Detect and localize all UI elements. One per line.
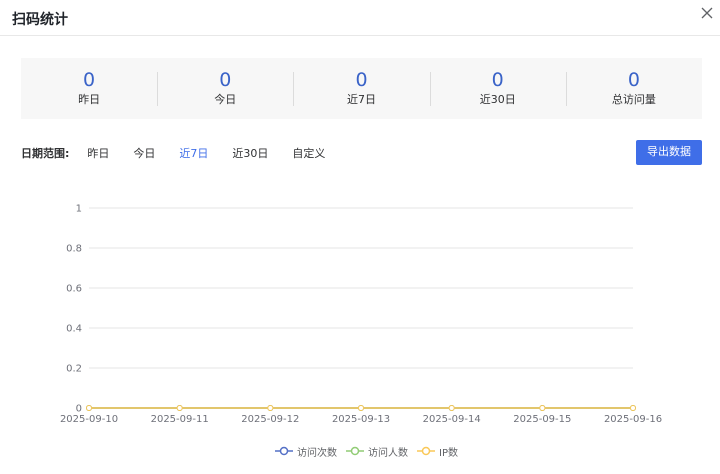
data-point	[86, 405, 92, 411]
legend-item-ip[interactable]: IP数	[417, 444, 458, 459]
stat-label: 近30日	[479, 93, 516, 106]
data-point	[448, 405, 455, 411]
x-tick-label: 2025-09-10	[60, 414, 118, 425]
date-range-filter: 日期范围: 昨日 今日 近7日 近30日 自定义	[21, 146, 349, 160]
y-tick-label: 0.4	[66, 324, 82, 335]
stat-total-visits: 0 总访问量	[565, 58, 702, 119]
stat-label: 总访问量	[611, 93, 656, 106]
stat-value: 0	[219, 69, 232, 91]
data-point	[176, 405, 183, 411]
data-point	[267, 405, 274, 411]
visits-line-chart: 0 0.2 0.4 0.6 0.8 1 2025-09-10 2025-09-11 2025-0…	[60, 204, 662, 426]
y-tick-label: 0.6	[66, 284, 82, 295]
x-tick-label: 2025-09-12	[241, 414, 299, 425]
stat-yesterday: 0 昨日	[21, 58, 157, 119]
legend-label: 访问次数	[297, 447, 337, 459]
legend-line-circle-icon	[275, 446, 293, 456]
range-option-custom[interactable]: 自定义	[292, 145, 325, 161]
export-data-button[interactable]: 导出数据	[636, 140, 702, 165]
y-tick-label: 0.8	[66, 244, 82, 255]
y-tick-label: 0.2	[66, 364, 82, 375]
data-point	[358, 405, 364, 411]
stats-panel: 0 昨日 0 今日 0 近7日 0 近30日 0 总访问量	[21, 58, 702, 119]
stat-label: 昨日	[78, 93, 101, 106]
dialog-title: 扫码统计	[12, 12, 68, 28]
legend-item-visitors[interactable]: 访问人数	[346, 444, 408, 459]
stat-value: 0	[355, 69, 368, 91]
range-option-today[interactable]: 今日	[133, 145, 155, 161]
x-tick-label: 2025-09-13	[332, 414, 390, 425]
x-tick-label: 2025-09-15	[513, 414, 571, 425]
chart-legend: 访问次数 访问人数 IP数	[275, 444, 467, 459]
range-option-last-7-days[interactable]: 近7日	[179, 145, 208, 161]
legend-line-circle-icon	[346, 446, 364, 456]
legend-label: IP数	[439, 447, 458, 459]
stat-today: 0 今日	[157, 58, 293, 119]
x-tick-label: 2025-09-14	[423, 414, 481, 425]
x-tick-label: 2025-09-16	[604, 414, 662, 425]
close-icon[interactable]	[700, 6, 714, 20]
stat-label: 今日	[214, 93, 237, 106]
legend-line-circle-icon	[417, 446, 435, 456]
stat-last-7-days: 0 近7日	[293, 58, 429, 119]
stat-value: 0	[627, 69, 640, 91]
data-point	[539, 405, 546, 411]
range-option-last-30-days[interactable]: 近30日	[232, 145, 268, 161]
date-range-label: 日期范围:	[21, 147, 70, 160]
legend-label: 访问人数	[368, 447, 408, 459]
y-tick-label: 0	[76, 404, 82, 415]
stat-last-30-days: 0 近30日	[429, 58, 566, 119]
dialog-header: 扫码统计	[0, 0, 720, 36]
x-tick-label: 2025-09-11	[151, 414, 209, 425]
legend-item-visits[interactable]: 访问次数	[275, 444, 337, 459]
stat-value: 0	[491, 69, 504, 91]
stat-label: 近7日	[347, 93, 376, 106]
range-option-yesterday[interactable]: 昨日	[87, 145, 109, 161]
data-point	[630, 405, 636, 411]
y-tick-label: 1	[76, 204, 82, 215]
stat-value: 0	[83, 69, 96, 91]
